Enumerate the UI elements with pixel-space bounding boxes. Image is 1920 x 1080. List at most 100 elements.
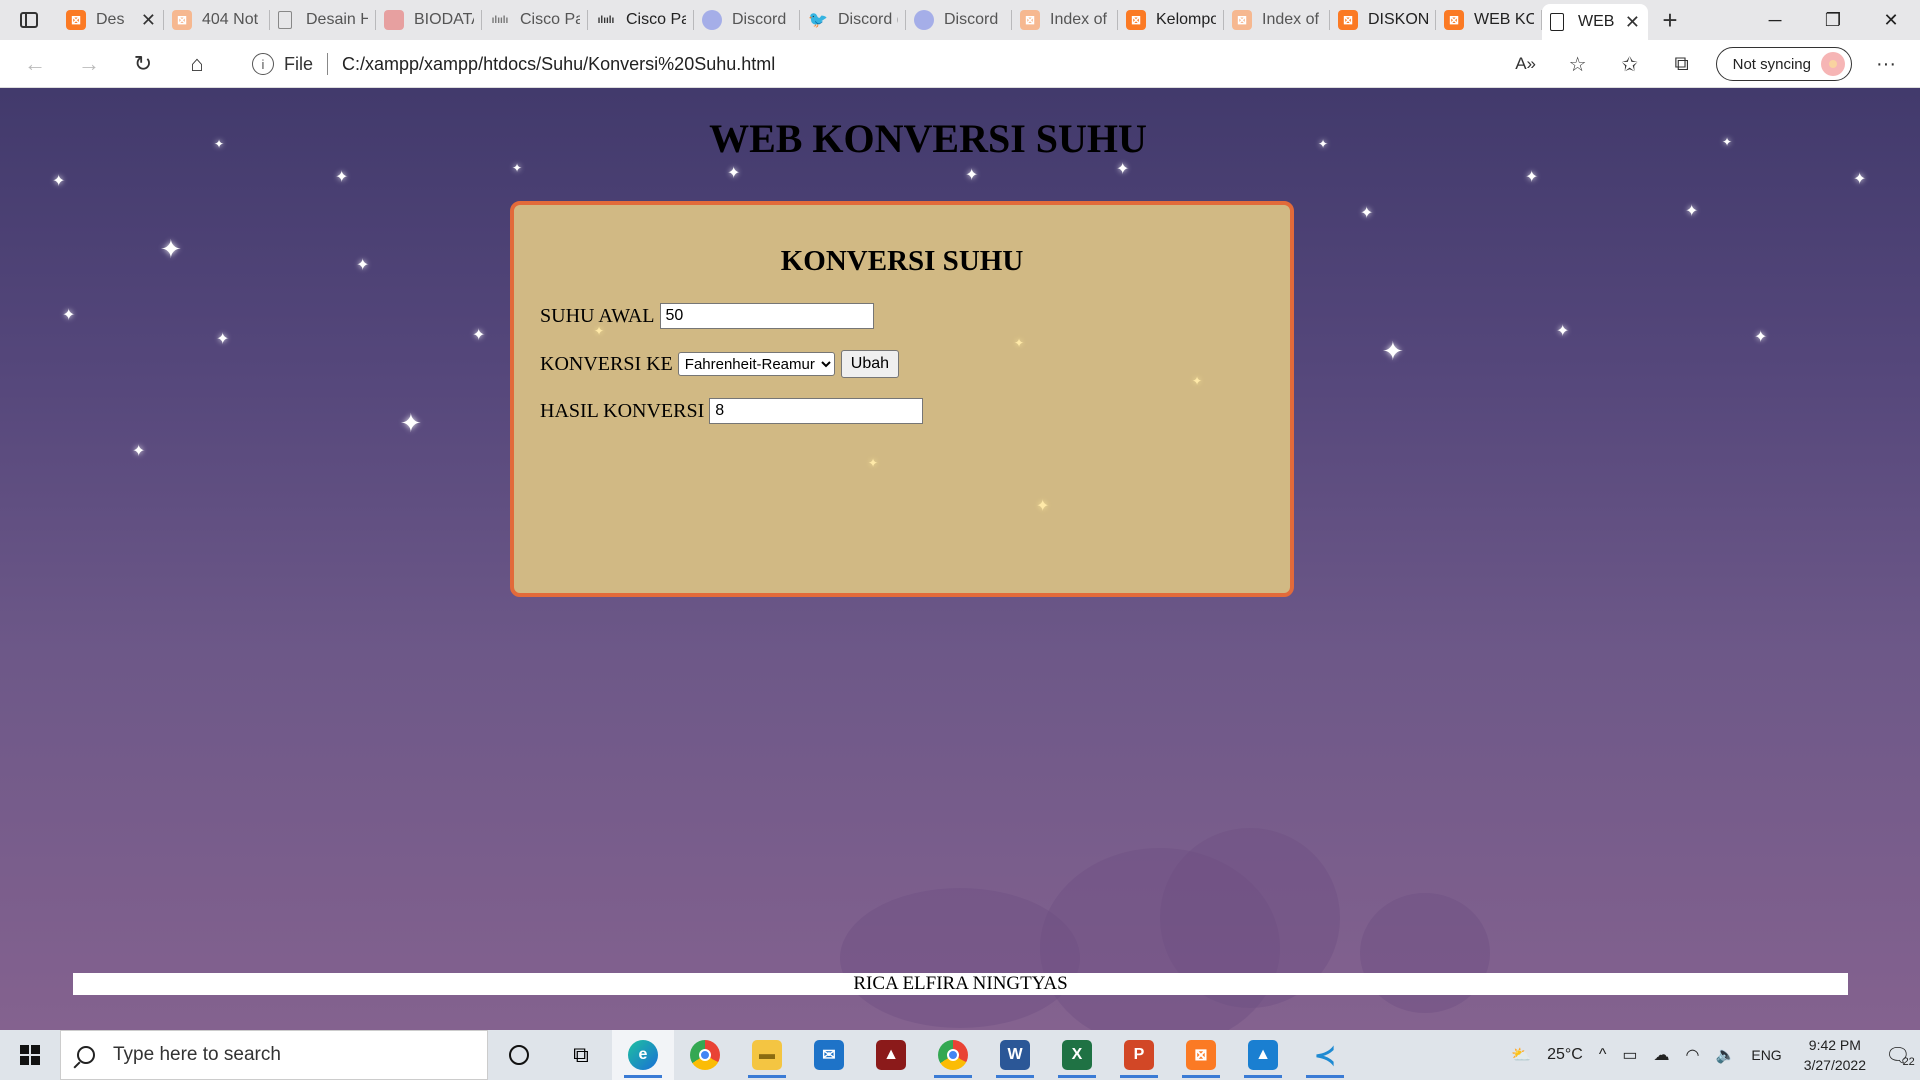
forward-icon[interactable]: →: [62, 40, 116, 88]
windows-taskbar: Type here to search ⧉ e ▬ ✉ ▲ W X P ⊠ ▲ …: [0, 1030, 1920, 1080]
browser-tab-active[interactable]: WEB ✕: [1542, 4, 1648, 40]
footer: RICA ELFIRA NINGTYAS: [73, 973, 1848, 995]
new-tab-button[interactable]: +: [1648, 0, 1692, 40]
home-icon[interactable]: ⌂: [170, 40, 224, 88]
read-aloud-icon[interactable]: A»: [1500, 40, 1552, 88]
close-tab-icon[interactable]: ✕: [141, 10, 156, 31]
star-decoration: ✦: [965, 167, 979, 184]
weather-icon[interactable]: ⛅: [1511, 1045, 1531, 1065]
star-decoration: ✦: [472, 327, 486, 344]
browser-tab[interactable]: Discord |: [906, 0, 1012, 40]
pdf-icon: [384, 10, 404, 30]
suhu-awal-input[interactable]: [659, 303, 874, 329]
browser-tab[interactable]: ⊠ Des ✕: [58, 0, 164, 40]
star-decoration: ✦: [1036, 498, 1050, 515]
address-bar[interactable]: i File C:/xampp/xampp/htdocs/Suhu/Konver…: [236, 46, 1586, 82]
close-window-icon[interactable]: ✕: [1862, 0, 1920, 40]
browser-tab[interactable]: 🐦 Discord (: [800, 0, 906, 40]
browser-tab[interactable]: ⊠ 404 Not: [164, 0, 270, 40]
language-indicator[interactable]: ENG: [1751, 1047, 1781, 1063]
task-view-icon[interactable]: ⧉: [550, 1030, 612, 1080]
browser-tab[interactable]: ⊠ DISKON: [1330, 0, 1436, 40]
browser-tab[interactable]: ⊠ Index of: [1012, 0, 1118, 40]
wifi-icon[interactable]: ◠: [1685, 1045, 1699, 1065]
add-favorite-icon[interactable]: ☆: [1552, 40, 1604, 88]
browser-tab[interactable]: ılıılı Cisco Pa: [482, 0, 588, 40]
back-icon[interactable]: ←: [8, 40, 62, 88]
divider: [327, 53, 329, 75]
search-icon: [77, 1046, 95, 1064]
browser-tab[interactable]: Discord |: [694, 0, 800, 40]
star-decoration: ✦: [512, 161, 523, 175]
xampp-icon: ⊠: [66, 10, 86, 30]
cortana-icon[interactable]: [488, 1030, 550, 1080]
toolbar-right: A» ☆ ✩ ⧉ Not syncing ···: [1500, 40, 1920, 88]
photos-icon[interactable]: ▲: [1232, 1030, 1294, 1080]
chevron-up-icon[interactable]: ^: [1599, 1046, 1607, 1064]
discord-icon: [702, 10, 722, 30]
cisco-packet-tracer-icon[interactable]: ▲: [860, 1030, 922, 1080]
excel-icon[interactable]: X: [1046, 1030, 1108, 1080]
powerpoint-icon[interactable]: P: [1108, 1030, 1170, 1080]
tab-strip: ⊠Des✕ ⊠404 Not Desain H BIODATA ılıılıCi…: [0, 0, 1920, 40]
volume-icon[interactable]: 🔈: [1715, 1045, 1735, 1065]
browser-tab[interactable]: ılıılıCisco Pac: [588, 0, 694, 40]
battery-icon[interactable]: ▭: [1622, 1045, 1637, 1065]
konversi-ke-label: KONVERSI KE: [540, 352, 673, 375]
refresh-icon[interactable]: ↻: [116, 40, 170, 88]
more-menu-icon[interactable]: ···: [1860, 40, 1912, 88]
restore-icon[interactable]: ❐: [1804, 0, 1862, 40]
browser-toolbar: ← → ↻ ⌂ i File C:/xampp/xampp/htdocs/Suh…: [0, 40, 1920, 88]
browser-tab[interactable]: ⊠ WEB KO: [1436, 0, 1542, 40]
xampp-icon: ⊠: [1338, 10, 1358, 30]
info-icon[interactable]: i: [252, 53, 274, 75]
onedrive-icon[interactable]: ☁: [1653, 1045, 1669, 1065]
clock[interactable]: 9:42 PM 3/27/2022: [1804, 1035, 1866, 1075]
browser-tab[interactable]: ⊠ Index of: [1224, 0, 1330, 40]
word-icon[interactable]: W: [984, 1030, 1046, 1080]
file-label: File: [284, 53, 314, 74]
hasil-konversi-row: HASIL KONVERSI: [540, 398, 924, 424]
edge-icon[interactable]: e: [612, 1030, 674, 1080]
suhu-awal-label: SUHU AWAL: [540, 304, 655, 327]
chrome-profile-icon[interactable]: [922, 1030, 984, 1080]
star-decoration: ✦: [62, 307, 76, 324]
close-tab-icon[interactable]: ✕: [1625, 12, 1640, 33]
browser-tab[interactable]: Desain H: [270, 0, 376, 40]
star-decoration: ✦: [1382, 336, 1404, 366]
hasil-konversi-input[interactable]: [709, 398, 924, 424]
browser-tab[interactable]: ⊠ Kelompo: [1118, 0, 1224, 40]
cisco-icon: ılıılı: [491, 14, 509, 26]
taskbar-search[interactable]: Type here to search: [60, 1030, 488, 1080]
notification-center-icon[interactable]: 🗨 22: [1880, 1030, 1920, 1080]
avatar: [1821, 52, 1845, 76]
konversi-select[interactable]: Fahrenheit-Reamur: [677, 352, 835, 376]
star-decoration: ✦: [216, 331, 230, 348]
url-text[interactable]: C:/xampp/xampp/htdocs/Suhu/Konversi%20Su…: [342, 54, 775, 75]
xampp-icon: ⊠: [1444, 10, 1464, 30]
favorites-icon[interactable]: ✩: [1604, 40, 1656, 88]
collections-icon[interactable]: ⧉: [1656, 40, 1708, 88]
chrome-icon[interactable]: [674, 1030, 736, 1080]
weather-temp[interactable]: 25°C: [1547, 1046, 1583, 1064]
ubah-button[interactable]: Ubah: [840, 350, 900, 378]
star-decoration: ✦: [52, 173, 66, 190]
xampp-icon: ⊠: [1232, 10, 1252, 30]
mail-icon[interactable]: ✉: [798, 1030, 860, 1080]
star-decoration: ✦: [400, 408, 422, 438]
konversi-ke-row: KONVERSI KE Fahrenheit-Reamur Ubah: [540, 350, 900, 378]
windows-start-icon[interactable]: [0, 1030, 60, 1080]
minimize-icon[interactable]: ─: [1746, 0, 1804, 40]
twitter-icon: 🐦: [808, 12, 828, 29]
profile-sync-button[interactable]: Not syncing: [1715, 47, 1852, 81]
browser-tab[interactable]: BIODATA: [376, 0, 482, 40]
vscode-icon[interactable]: ≺: [1294, 1030, 1356, 1080]
star-decoration: ✦: [1014, 336, 1025, 350]
file-explorer-icon[interactable]: ▬: [736, 1030, 798, 1080]
xampp-icon[interactable]: ⊠: [1170, 1030, 1232, 1080]
tab-actions-menu-icon[interactable]: [0, 0, 58, 40]
star-decoration: ✦: [356, 257, 370, 274]
window-controls: ─ ❐ ✕: [1746, 0, 1920, 40]
star-decoration: ✦: [1116, 161, 1130, 178]
page-title: WEB KONVERSI SUHU: [709, 116, 1147, 161]
